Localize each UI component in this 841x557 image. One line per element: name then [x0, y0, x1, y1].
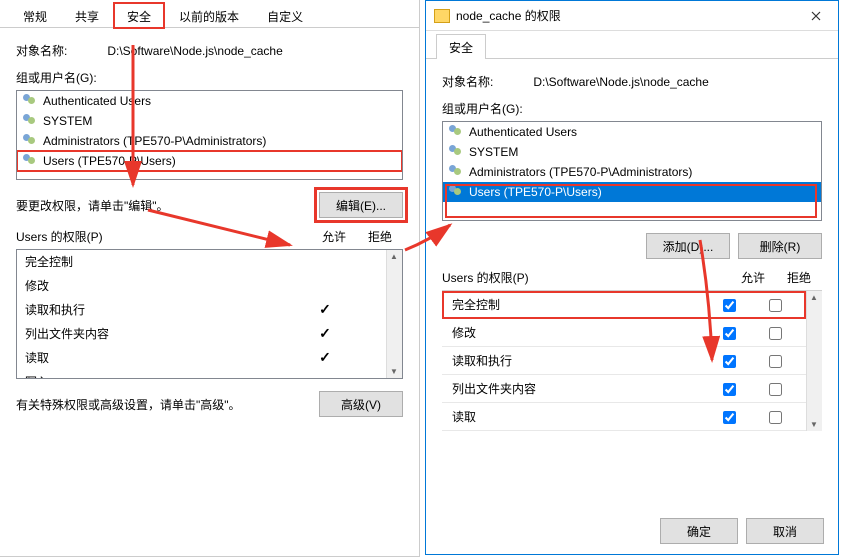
perm-row-modify: 修改: [442, 319, 806, 347]
allow-header: 允许: [311, 228, 357, 245]
perm-row-read-execute: 读取和执行: [442, 347, 806, 375]
title-bar: node_cache 的权限: [426, 1, 838, 31]
allow-checkbox-read-execute[interactable]: [723, 355, 736, 368]
deny-checkbox-modify[interactable]: [769, 327, 782, 340]
groups-listbox[interactable]: Authenticated Users SYSTEM Administrator…: [16, 90, 403, 180]
object-name-label: 对象名称:: [442, 73, 493, 90]
perm-row-modify: 修改: [17, 274, 402, 298]
groups-listbox[interactable]: Authenticated Users SYSTEM Administrator…: [442, 121, 822, 221]
folder-icon: [434, 9, 450, 23]
deny-checkbox-read[interactable]: [769, 411, 782, 424]
perm-row-read-execute: 读取和执行✓: [17, 298, 402, 322]
object-path: D:\Software\Node.js\node_cache: [533, 75, 708, 89]
tab-security[interactable]: 安全: [114, 3, 164, 28]
tab-strip: 常规 共享 安全 以前的版本 自定义: [0, 0, 419, 28]
tab-general[interactable]: 常规: [10, 3, 60, 28]
deny-header: 拒绝: [776, 269, 822, 286]
close-button[interactable]: [793, 1, 838, 31]
tab-security[interactable]: 安全: [436, 34, 486, 59]
deny-checkbox-full-control[interactable]: [769, 299, 782, 312]
remove-button[interactable]: 删除(R): [738, 233, 822, 259]
permissions-header: Users 的权限(P): [16, 228, 311, 245]
groups-label: 组或用户名(G):: [16, 69, 403, 86]
deny-checkbox-read-execute[interactable]: [769, 355, 782, 368]
check-icon: ✓: [302, 349, 348, 366]
advanced-button[interactable]: 高级(V): [319, 391, 403, 417]
permissions-header: Users 的权限(P): [442, 269, 730, 286]
scrollbar[interactable]: [806, 291, 822, 431]
allow-checkbox-read[interactable]: [723, 411, 736, 424]
users-icon: [449, 145, 465, 159]
check-icon: ✓: [302, 301, 348, 318]
users-icon: [23, 154, 39, 168]
perm-row-full-control: 完全控制: [442, 291, 806, 319]
permissions-list-readonly: 完全控制 修改 读取和执行✓ 列出文件夹内容✓ 读取✓ 写入: [16, 249, 403, 379]
perm-row-list-folder: 列出文件夹内容: [442, 375, 806, 403]
perm-row-read: 读取✓: [17, 346, 402, 370]
users-icon: [449, 165, 465, 179]
properties-window: 常规 共享 安全 以前的版本 自定义 对象名称: D:\Software\Nod…: [0, 0, 420, 557]
list-item-administrators[interactable]: Administrators (TPE570-P\Administrators): [17, 131, 402, 151]
window-title: node_cache 的权限: [456, 7, 561, 24]
edit-button[interactable]: 编辑(E)...: [319, 192, 403, 218]
object-name-label: 对象名称:: [16, 42, 67, 59]
list-item-authenticated-users[interactable]: Authenticated Users: [17, 91, 402, 111]
list-item-system[interactable]: SYSTEM: [443, 142, 821, 162]
advanced-hint: 有关特殊权限或高级设置，请单击"高级"。: [16, 396, 241, 413]
deny-checkbox-list-folder[interactable]: [769, 383, 782, 396]
cancel-button[interactable]: 取消: [746, 518, 824, 544]
perm-row-read: 读取: [442, 403, 806, 431]
content-area: 对象名称: D:\Software\Node.js\node_cache 组或用…: [0, 28, 419, 433]
users-icon: [23, 114, 39, 128]
tab-strip: 安全: [426, 31, 838, 59]
allow-checkbox-full-control[interactable]: [723, 299, 736, 312]
list-item-authenticated-users[interactable]: Authenticated Users: [443, 122, 821, 142]
edit-hint: 要更改权限，请单击"编辑"。: [16, 197, 169, 214]
list-item-administrators[interactable]: Administrators (TPE570-P\Administrators): [443, 162, 821, 182]
object-path: D:\Software\Node.js\node_cache: [107, 44, 282, 58]
groups-label: 组或用户名(G):: [442, 100, 822, 117]
content-area: 对象名称: D:\Software\Node.js\node_cache 组或用…: [426, 59, 838, 441]
users-icon: [23, 134, 39, 148]
deny-header: 拒绝: [357, 228, 403, 245]
scrollbar[interactable]: [386, 250, 402, 378]
list-item-users[interactable]: Users (TPE570-P\Users): [17, 151, 402, 171]
add-button[interactable]: 添加(D)...: [646, 233, 730, 259]
list-item-users[interactable]: Users (TPE570-P\Users): [443, 182, 821, 202]
close-icon: [811, 11, 821, 21]
perm-row-write: 写入: [17, 370, 402, 379]
allow-checkbox-modify[interactable]: [723, 327, 736, 340]
tab-previous-versions[interactable]: 以前的版本: [166, 3, 252, 28]
tab-sharing[interactable]: 共享: [62, 3, 112, 28]
allow-header: 允许: [730, 269, 776, 286]
users-icon: [449, 185, 465, 199]
permissions-list-editable: 完全控制 修改 读取和执行 列出文件夹内容 读取: [442, 290, 822, 431]
permissions-window: node_cache 的权限 安全 对象名称: D:\Software\Node…: [425, 0, 839, 555]
ok-button[interactable]: 确定: [660, 518, 738, 544]
perm-row-full-control: 完全控制: [17, 250, 402, 274]
tab-customize[interactable]: 自定义: [254, 3, 316, 28]
dialog-buttons: 确定 取消: [660, 518, 824, 544]
list-item-system[interactable]: SYSTEM: [17, 111, 402, 131]
allow-checkbox-list-folder[interactable]: [723, 383, 736, 396]
check-icon: ✓: [302, 325, 348, 342]
perm-row-list-folder: 列出文件夹内容✓: [17, 322, 402, 346]
users-icon: [23, 94, 39, 108]
users-icon: [449, 125, 465, 139]
